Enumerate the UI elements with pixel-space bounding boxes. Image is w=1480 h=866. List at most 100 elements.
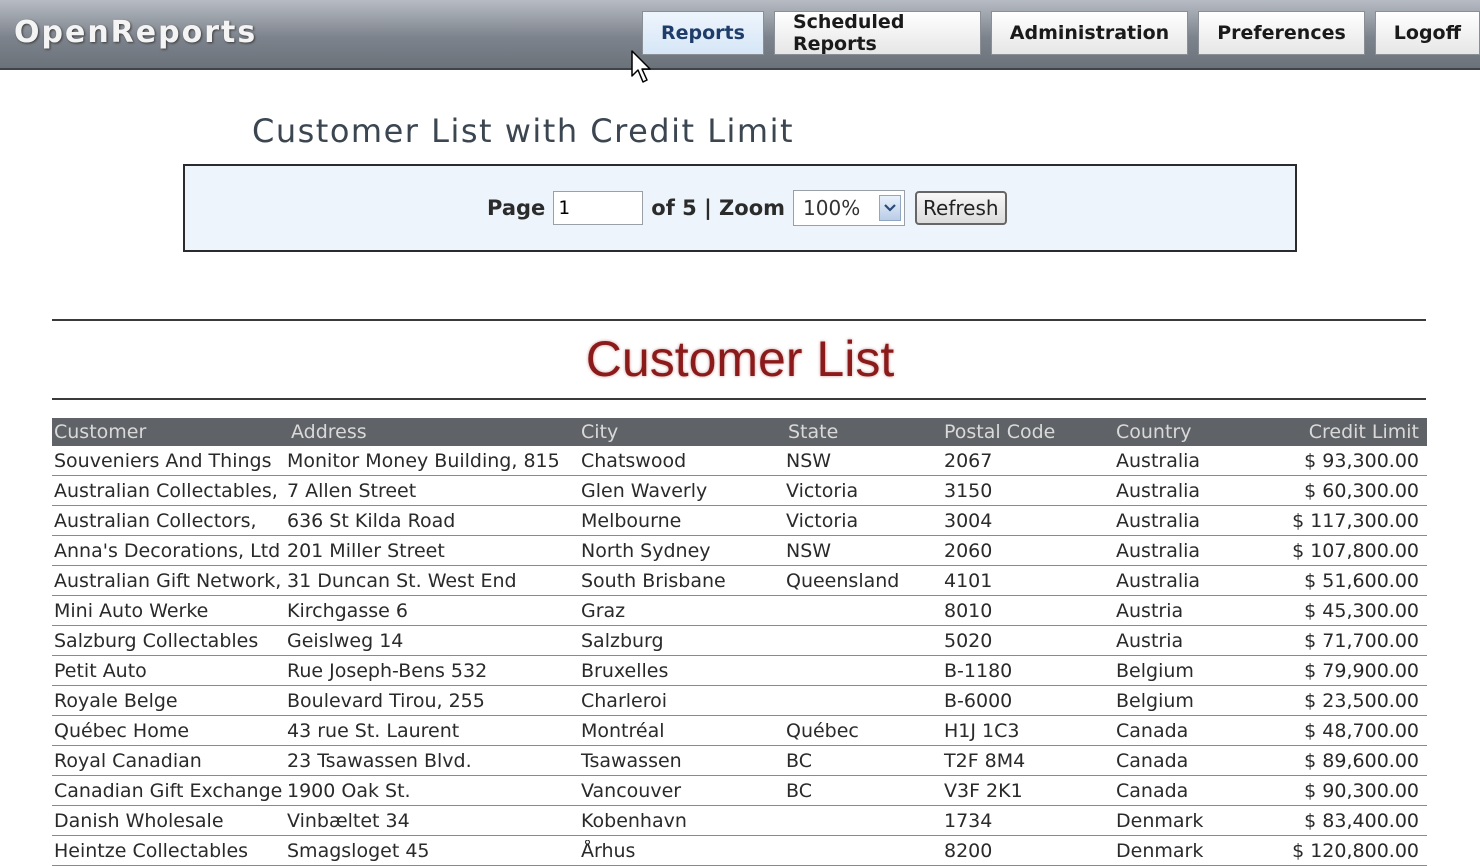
cell-state: Québec xyxy=(786,719,859,742)
cell-credit-limit: $ 48,700.00 xyxy=(1304,719,1419,742)
nav-administration-button[interactable]: Administration xyxy=(990,11,1189,55)
cell-customer: Australian Gift Network, xyxy=(54,569,282,592)
cell-country: Canada xyxy=(1116,719,1189,742)
cell-country: Austria xyxy=(1116,599,1184,622)
table-row: Souveniers And Things Monitor Money Build… xyxy=(52,446,1427,476)
cell-credit-limit: $ 51,600.00 xyxy=(1304,569,1419,592)
cell-address: Vinbæltet 34 xyxy=(287,809,410,832)
cell-address: 43 rue St. Laurent xyxy=(287,719,460,742)
cell-postal-code: T2F 8M4 xyxy=(944,749,1026,772)
page-number-input[interactable] xyxy=(553,191,644,225)
refresh-button[interactable]: Refresh xyxy=(915,191,1007,225)
cell-city: North Sydney xyxy=(581,539,711,562)
cell-postal-code: V3F 2K1 xyxy=(944,779,1023,802)
cell-postal-code: 2067 xyxy=(944,449,993,472)
cell-state: Victoria xyxy=(786,479,859,502)
table-header: Customer Address City State Postal Code … xyxy=(52,418,1427,446)
cell-customer: Souveniers And Things xyxy=(54,449,272,472)
cell-country: Australia xyxy=(1116,569,1201,592)
cell-postal-code: H1J 1C3 xyxy=(944,719,1020,742)
cell-postal-code: 1734 xyxy=(944,809,993,832)
cell-country: Australia xyxy=(1116,479,1201,502)
cell-customer: Heintze Collectables xyxy=(54,839,249,862)
pager-panel: Page of 5 | Zoom 100% Refresh xyxy=(183,164,1297,252)
cell-credit-limit: $ 120,800.00 xyxy=(1292,839,1419,862)
table-row: Petit Auto Rue Joseph-Bens 532 Bruxelles B-… xyxy=(52,656,1427,686)
cell-customer: Mini Auto Werke xyxy=(54,599,209,622)
cell-city: Århus xyxy=(581,839,636,862)
cell-city: Charleroi xyxy=(581,689,668,712)
cell-address: 1900 Oak St. xyxy=(287,779,411,802)
zoom-value: 100% xyxy=(803,196,861,220)
cell-city: Glen Waverly xyxy=(581,479,708,502)
cell-postal-code: 8200 xyxy=(944,839,993,862)
column-header-country: Country xyxy=(1116,421,1192,443)
table-row: Anna's Decorations, Ltd 201 Miller Street… xyxy=(52,536,1427,566)
cell-customer: Canadian Gift Exchange xyxy=(54,779,283,802)
top-bar: OpenReports Reports Scheduled Reports Ad… xyxy=(0,0,1480,70)
cell-customer: Québec Home xyxy=(54,719,190,742)
cell-city: Kobenhavn xyxy=(581,809,687,832)
cell-address: 7 Allen Street xyxy=(287,479,417,502)
cell-postal-code: 4101 xyxy=(944,569,993,592)
cell-country: Canada xyxy=(1116,779,1189,802)
cell-address: Boulevard Tirou, 255 xyxy=(287,689,485,712)
cell-city: Bruxelles xyxy=(581,659,669,682)
nav-reports-button[interactable]: Reports xyxy=(642,11,764,55)
column-header-postal-code: Postal Code xyxy=(944,421,1056,443)
cell-address: Rue Joseph-Bens 532 xyxy=(287,659,488,682)
cell-credit-limit: $ 117,300.00 xyxy=(1292,509,1419,532)
cell-credit-limit: $ 45,300.00 xyxy=(1304,599,1419,622)
customer-table: Customer Address City State Postal Code … xyxy=(52,418,1427,866)
cell-postal-code: B-6000 xyxy=(944,689,1013,712)
table-row: Australian Gift Network, 31 Duncan St. We… xyxy=(52,566,1427,596)
cell-address: 23 Tsawassen Blvd. xyxy=(287,749,472,772)
cell-address: Monitor Money Building, 815 xyxy=(287,449,560,472)
column-header-address: Address xyxy=(291,421,367,443)
cell-state: BC xyxy=(786,749,812,772)
cell-city: Salzburg xyxy=(581,629,664,652)
cell-city: South Brisbane xyxy=(581,569,726,592)
cell-city: Melbourne xyxy=(581,509,682,532)
cell-address: Geislweg 14 xyxy=(287,629,404,652)
cell-customer: Royale Belge xyxy=(54,689,178,712)
cell-address: 201 Miller Street xyxy=(287,539,445,562)
report-title: Customer List with Credit Limit xyxy=(252,112,795,150)
cell-postal-code: B-1180 xyxy=(944,659,1013,682)
cell-credit-limit: $ 60,300.00 xyxy=(1304,479,1419,502)
table-row: Australian Collectables, 7 Allen Street Gl… xyxy=(52,476,1427,506)
cell-credit-limit: $ 71,700.00 xyxy=(1304,629,1419,652)
divider-top xyxy=(52,319,1426,321)
nav-logoff-button[interactable]: Logoff xyxy=(1374,11,1480,55)
cell-postal-code: 3004 xyxy=(944,509,993,532)
cell-postal-code: 2060 xyxy=(944,539,993,562)
cell-state: NSW xyxy=(786,539,832,562)
cell-customer: Anna's Decorations, Ltd xyxy=(54,539,281,562)
nav-preferences-button[interactable]: Preferences xyxy=(1198,11,1365,55)
cell-country: Australia xyxy=(1116,539,1201,562)
cell-country: Denmark xyxy=(1116,809,1204,832)
cell-city: Chatswood xyxy=(581,449,687,472)
cell-country: Australia xyxy=(1116,449,1201,472)
table-row: Québec Home 43 rue St. Laurent Montréal Qué… xyxy=(52,716,1427,746)
page-count-zoom-label: of 5 | Zoom xyxy=(651,196,786,220)
table-row: Australian Collectors, 636 St Kilda Road M… xyxy=(52,506,1427,536)
cell-credit-limit: $ 90,300.00 xyxy=(1304,779,1419,802)
cell-state: BC xyxy=(786,779,812,802)
cell-city: Tsawassen xyxy=(581,749,682,772)
cell-customer: Australian Collectors, xyxy=(54,509,257,532)
table-row: Salzburg Collectables Geislweg 14 Salzburg… xyxy=(52,626,1427,656)
nav-scheduled-reports-button[interactable]: Scheduled Reports xyxy=(773,11,981,55)
table-row: Royal Canadian 23 Tsawassen Blvd. Tsawasse… xyxy=(52,746,1427,776)
cell-postal-code: 8010 xyxy=(944,599,993,622)
column-header-customer: Customer xyxy=(54,421,147,443)
cell-customer: Australian Collectables, xyxy=(54,479,278,502)
zoom-select[interactable]: 100% xyxy=(793,190,906,226)
column-header-city: City xyxy=(581,421,619,443)
chevron-down-icon[interactable] xyxy=(879,195,902,221)
cell-postal-code: 5020 xyxy=(944,629,993,652)
cell-address: Smagsloget 45 xyxy=(287,839,430,862)
cell-address: 31 Duncan St. West End xyxy=(287,569,517,592)
cell-address: 636 St Kilda Road xyxy=(287,509,456,532)
cell-postal-code: 3150 xyxy=(944,479,993,502)
